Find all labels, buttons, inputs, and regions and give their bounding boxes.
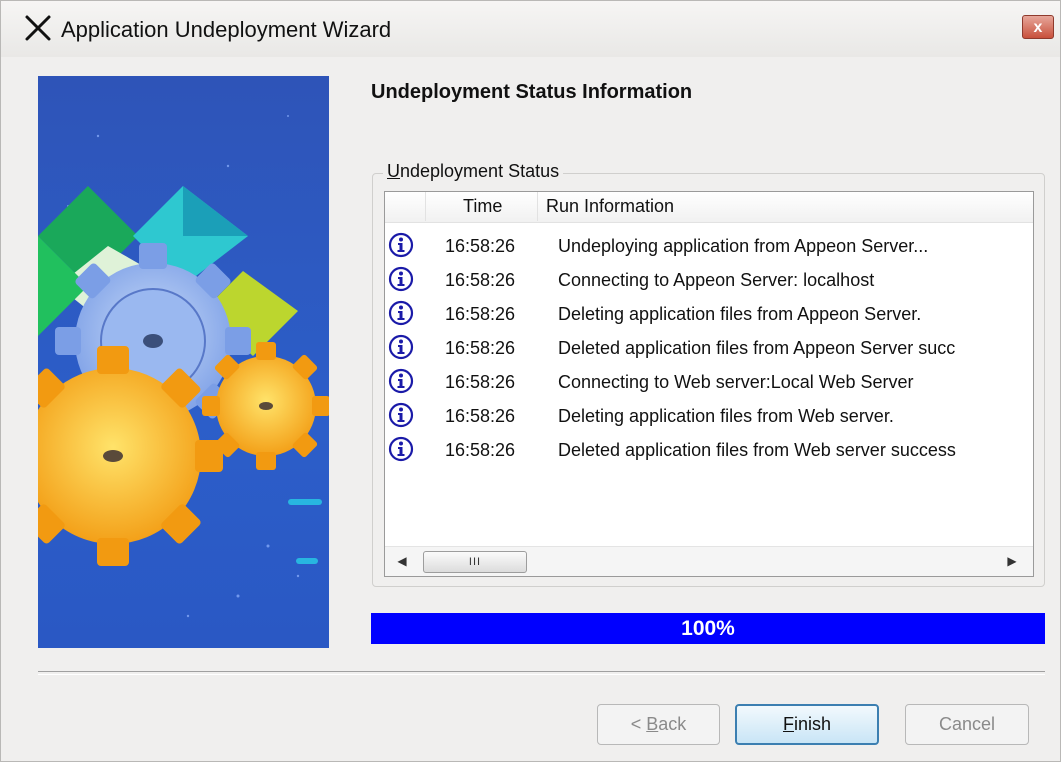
scroll-left-icon[interactable]: ◀ (393, 552, 411, 570)
finish-button-rest: inish (793, 714, 832, 734)
finish-button[interactable]: Finish (735, 704, 879, 745)
back-button-prefix: < (630, 714, 647, 734)
back-button-rest: ack (658, 714, 687, 734)
status-group-label: Undeployment Status (383, 161, 564, 182)
row-run-information: Deleted application files from Web serve… (558, 440, 956, 460)
back-button[interactable]: < Back (597, 704, 720, 745)
row-time: 16:58:26 (445, 236, 516, 256)
list-item[interactable]: 16:58:26 Connecting to Web server:Local W… (385, 366, 1033, 400)
progress-label: 100% (681, 617, 735, 640)
row-run-information: Deleting application files from Appeon S… (558, 304, 922, 324)
row-time: 16:58:26 (445, 304, 516, 324)
cancel-button[interactable]: Cancel (905, 704, 1029, 745)
column-separator[interactable] (425, 192, 426, 221)
page-heading: Undeployment Status Information (371, 81, 693, 103)
divider (38, 671, 1045, 675)
list-item[interactable]: 16:58:26 Undeploying application from App… (385, 230, 1033, 264)
info-icon (388, 436, 414, 462)
row-run-information: Connecting to Appeon Server: localhost (558, 270, 875, 290)
info-icon (388, 368, 414, 394)
scroll-thumb[interactable]: III (423, 551, 527, 573)
row-time: 16:58:26 (445, 440, 516, 460)
column-separator[interactable] (537, 192, 538, 221)
row-run-information: Undeploying application from Appeon Serv… (558, 236, 929, 256)
scroll-right-icon[interactable]: ▶ (1003, 552, 1021, 570)
row-run-information: Connecting to Web server:Local Web Serve… (558, 372, 914, 392)
row-run-information: Deleting application files from Web serv… (558, 406, 894, 426)
row-time: 16:58:26 (445, 372, 516, 392)
list-item[interactable]: 16:58:26 Connecting to Appeon Server: loc… (385, 264, 1033, 298)
info-icon (388, 232, 414, 258)
row-run-information: Deleted application files from Appeon Se… (558, 338, 956, 358)
list-item[interactable]: 16:58:26 Deleting application files from … (385, 400, 1033, 434)
window-title: Application Undeployment Wizard (61, 17, 392, 42)
row-time: 16:58:26 (445, 338, 516, 358)
status-group-label-rest: ndeployment Status (400, 161, 560, 181)
back-button-accel: B (646, 714, 659, 734)
finish-button-accel: F (782, 714, 794, 734)
wizard-window: Application Undeployment Wizard x Undepl… (0, 0, 1061, 762)
close-button[interactable]: x (1022, 15, 1054, 39)
horizontal-scrollbar[interactable]: ◀ III ▶ (385, 546, 1033, 576)
progress-bar: 100% (371, 613, 1045, 644)
info-icon (388, 402, 414, 428)
title-bar[interactable]: Application Undeployment Wizard x (1, 1, 1060, 57)
info-icon (388, 334, 414, 360)
row-time: 16:58:26 (445, 406, 516, 426)
list-item[interactable]: 16:58:26 Deleting application files from … (385, 298, 1033, 332)
close-icon: x (1033, 19, 1043, 36)
list-item[interactable]: 16:58:26 Deleted application files from A… (385, 332, 1033, 366)
list-header: Time Run Information (385, 192, 1033, 223)
row-time: 16:58:26 (445, 270, 516, 290)
wizard-banner-image (38, 76, 329, 648)
run-log-list[interactable]: Time Run Information 16:58:26 Undeploying… (384, 191, 1034, 577)
column-header-time[interactable]: Time (463, 196, 502, 217)
info-icon (388, 300, 414, 326)
status-group-label-accel: U (387, 161, 400, 181)
app-icon (25, 15, 51, 41)
list-item[interactable]: 16:58:26 Deleted application files from W… (385, 434, 1033, 468)
info-icon (388, 266, 414, 292)
column-header-run-information[interactable]: Run Information (546, 196, 674, 217)
